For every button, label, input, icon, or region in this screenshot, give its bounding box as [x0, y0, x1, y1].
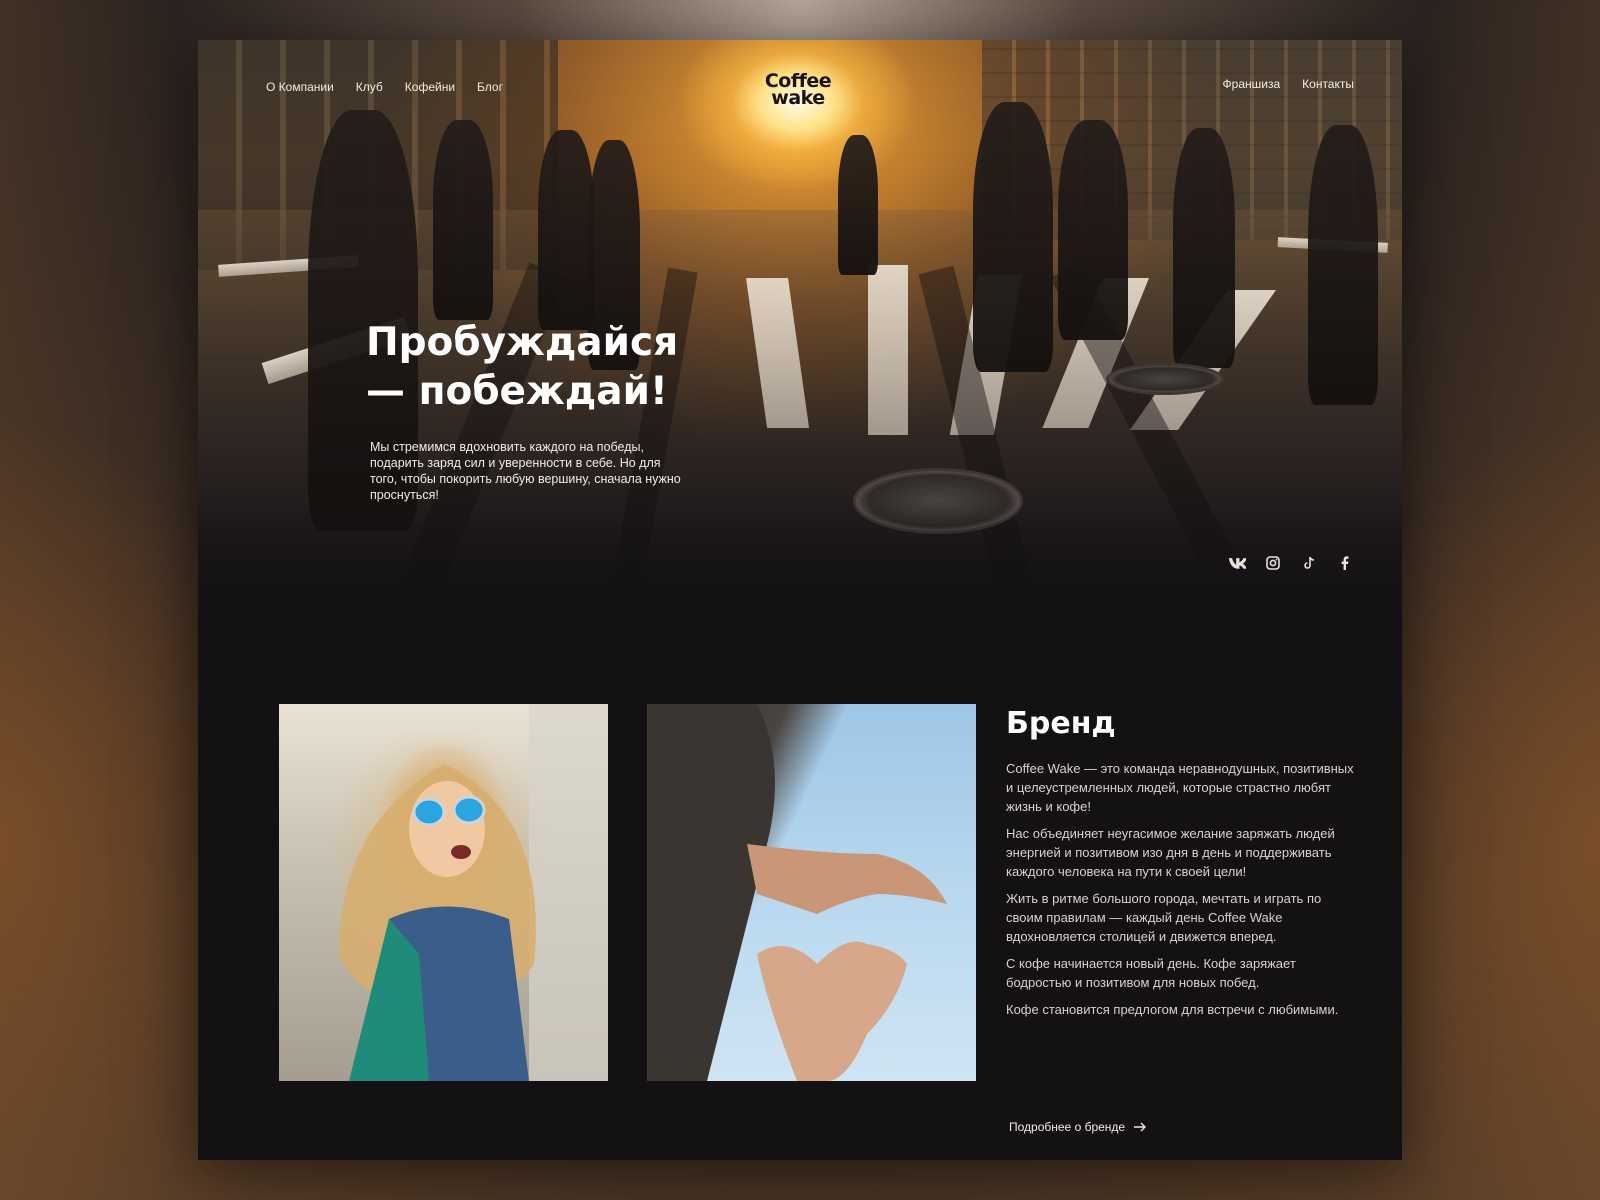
nav-link-coffee-shops[interactable]: Кофейни [405, 80, 455, 94]
facebook-icon[interactable] [1336, 554, 1354, 572]
social-links [1228, 554, 1354, 572]
pedestrian-silhouette [1308, 125, 1378, 405]
nav-link-blog[interactable]: Блог [477, 80, 503, 94]
brand-title: Бренд [1006, 706, 1116, 741]
hero-title: Пробуждайся — побеждай! [366, 320, 679, 414]
brand-paragraph: Нас объединяет неугасимое желание заряжа… [1006, 826, 1335, 879]
nav-link-contacts[interactable]: Контакты [1302, 77, 1354, 91]
pedestrian-silhouette [433, 120, 493, 320]
brand-paragraph: Жить в ритме большого города, мечтать и … [1006, 891, 1322, 944]
brand-paragraph: С кофе начинается новый день. Кофе заряж… [1006, 956, 1296, 990]
website-page: О Компании Клуб Кофейни Блог Coffee wake… [198, 40, 1402, 1160]
pedestrian-silhouette [1058, 120, 1128, 340]
nav-link-about[interactable]: О Компании [266, 80, 334, 94]
brand-more-link[interactable]: Подробнее о бренде [1009, 1120, 1147, 1134]
brand-paragraph: Кофе становится предлогом для встречи с … [1006, 1002, 1339, 1017]
brand-paragraph: Coffee Wake — это команда неравнодушных,… [1006, 761, 1354, 814]
nav-link-franchise[interactable]: Франшиза [1223, 77, 1281, 91]
arrow-right-icon [1134, 1122, 1147, 1132]
photo-reaching-hands [647, 704, 976, 1081]
pedestrian-silhouette [538, 130, 594, 330]
brand-more-label: Подробнее о бренде [1009, 1120, 1126, 1134]
pedestrian-silhouette [973, 102, 1053, 372]
hero-text: Мы стремимся вдохновить каждого на побед… [370, 440, 681, 502]
brand-body: Coffee Wake — это команда неравнодушных,… [1006, 759, 1358, 1027]
pedestrian-silhouette [838, 135, 878, 275]
pedestrian-silhouette [1173, 128, 1235, 368]
instagram-icon[interactable] [1264, 554, 1282, 572]
photo-girl-sunglasses [279, 704, 608, 1081]
secondary-nav: Франшиза Контакты [1223, 77, 1354, 91]
nav-link-club[interactable]: Клуб [356, 80, 383, 94]
manhole-cover [1106, 363, 1224, 395]
main-nav: О Компании Клуб Кофейни Блог [266, 80, 503, 94]
crosswalk-stripe [868, 265, 908, 435]
logo[interactable]: Coffee wake [758, 72, 838, 113]
vk-icon[interactable] [1228, 554, 1246, 572]
tiktok-icon[interactable] [1300, 554, 1318, 572]
logo-line-2: wake [771, 87, 825, 109]
hero-fade [198, 505, 1402, 625]
hero-section: О Компании Клуб Кофейни Блог Coffee wake… [198, 40, 1402, 625]
